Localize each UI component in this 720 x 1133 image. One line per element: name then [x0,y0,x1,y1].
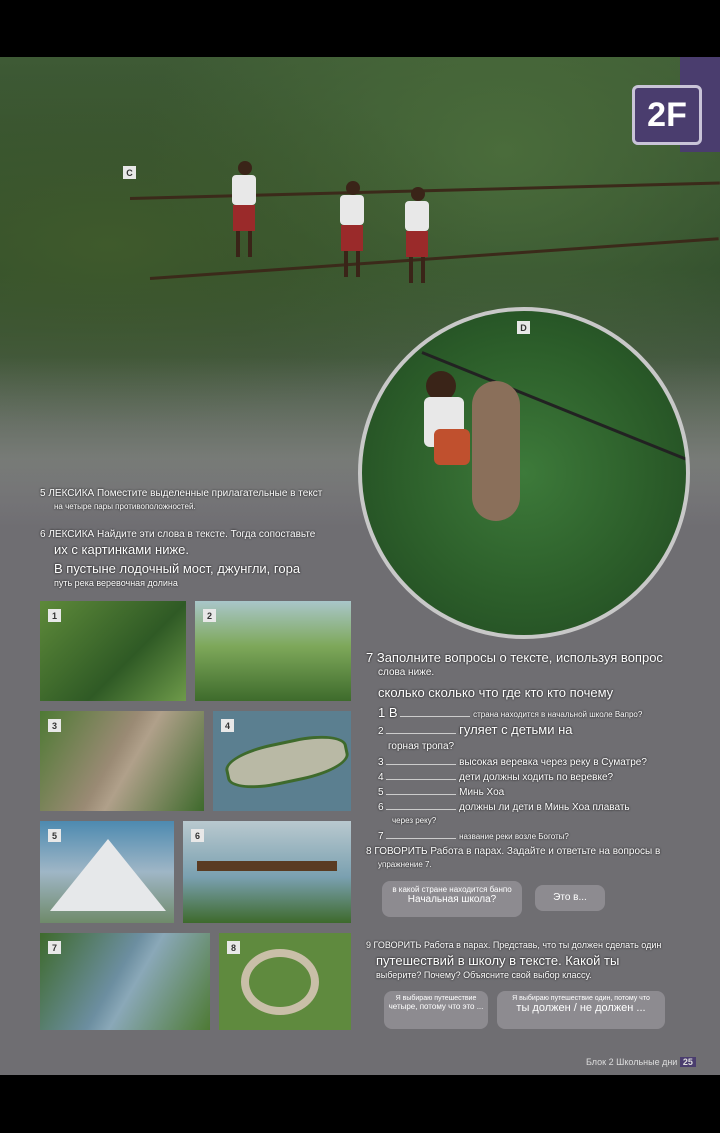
question-6-cont: через реку? [392,816,437,825]
top-system-bar [0,0,720,57]
speech-bubble-choice-2-line1: Я выбираю путешествие один, потому что [512,995,650,1002]
speech-bubble-question-line2: Начальная школа? [407,894,497,905]
bridge-deck [197,861,337,871]
exercise-6: 6 ЛЕКСИКА Найдите эти слова в тексте. То… [40,528,350,590]
answer-blank[interactable] [386,809,457,810]
page-footer: Блок 2 Школьные дни 25 [586,1057,696,1067]
question-6: должны ли дети в Минь Хоа плавать [459,802,630,813]
exercise-9-instruction-cont: путешествий в школу в тексте. Какой ты [376,953,620,968]
child-figure [340,181,364,277]
exercise-6-instruction-cont: их с картинками ниже. [54,542,190,557]
speech-bubble-answer: Это в... [535,885,605,911]
question-7: название реки возле Боготы? [459,832,569,841]
picture-mountain: 5 [40,821,174,923]
exercise-8-instruction-cont: упражнение 7. [378,860,432,869]
girl-bag [434,429,470,465]
sack [472,381,520,521]
question-7-number: 7 [378,831,384,842]
question-3-number: 3 [378,757,384,768]
child-figure [405,187,429,283]
textbook-page: C 2F D 5 ЛЕКСИКА Поместите выделенные пр… [0,57,720,1075]
picture-number: 8 [227,941,240,954]
question-2-number: 2 [378,726,384,737]
question-4: дети должны ходить по веревке? [459,772,614,783]
zipline-girl-photo: D [358,307,690,639]
question-4-number: 4 [378,772,384,783]
answer-blank[interactable] [386,733,457,734]
speech-bubble-choice-2-line2: ты должен / не должен ... [516,1002,646,1014]
question-1: страна находится в начальной школе Вапро… [473,710,643,719]
unit-badge: 2F [632,85,702,145]
photo-label-d: D [517,321,530,334]
exercise-8: 8 ГОВОРИТЬ Работа в парах. Задайте и отв… [366,845,686,871]
boat-shape [221,728,351,796]
question-5-number: 5 [378,787,384,798]
question-5: Минь Хоа [459,787,505,798]
picture-number: 6 [191,829,204,842]
picture-bridge: 6 [183,821,351,923]
exercise-6-words-cont: путь река веревочная долина [54,578,178,588]
speech-bubble-choice-1-line1: Я выбираю путешествие [395,995,477,1002]
exercise-7-words: сколько сколько что где кто кто почему [378,685,614,700]
photo-label-c: C [123,166,136,179]
answer-blank[interactable] [400,716,471,717]
mountain-shape [50,839,166,911]
exercise-9-instruction: 9 ГОВОРИТЬ Работа в парах. Представь, чт… [366,940,662,950]
speech-bubble-answer-text: Это в... [553,892,587,903]
speech-bubble-question: в какой стране находится банпо Начальная… [382,881,522,917]
picture-number: 1 [48,609,61,622]
exercise-8-instruction: 8 ГОВОРИТЬ Работа в парах. Задайте и отв… [366,846,661,857]
exercise-5-instruction: 5 ЛЕКСИКА Поместите выделенные прилагате… [40,488,323,499]
footer-unit-title: Блок 2 Школьные дни [586,1057,678,1067]
speech-bubble-question-line1: в какой стране находится банпо [392,885,512,894]
picture-path: 3 [40,711,204,811]
answer-blank[interactable] [386,779,457,780]
answer-blank[interactable] [386,764,457,765]
picture-number: 7 [48,941,61,954]
exercise-9: 9 ГОВОРИТЬ Работа в парах. Представь, чт… [366,939,686,982]
picture-river: 7 [40,933,210,1030]
answer-blank[interactable] [386,794,457,795]
rope-coil [241,949,319,1015]
question-2: гуляет с детьми на [459,722,573,737]
question-2-cont: горная тропа? [388,741,455,752]
answer-blank[interactable] [386,838,457,839]
picture-rope: 8 [219,933,351,1030]
picture-jungle: 1 [40,601,186,701]
picture-number: 4 [221,719,234,732]
question-3: высокая веревка через реку в Суматре? [459,757,647,768]
exercise-7: 7 Заполните вопросы о тексте, используя … [366,649,686,843]
exercise-5-instruction-cont: на четыре пары противоположностей. [54,502,196,511]
exercise-7-instruction: 7 Заполните вопросы о тексте, используя … [366,650,663,665]
picture-number: 3 [48,719,61,732]
exercise-9-instruction-cont2: выберите? Почему? Объясните свой выбор к… [376,970,592,980]
question-6-number: 6 [378,802,384,813]
exercise-7-instruction-cont: слова ниже. [378,667,435,678]
speech-bubble-choice-1: Я выбираю путешествие четыре, потому что… [384,991,488,1029]
picture-boat: 4 [213,711,351,811]
speech-bubble-choice-2: Я выбираю путешествие один, потому что т… [497,991,665,1029]
child-figure [232,161,256,257]
page-number: 25 [679,1057,696,1067]
exercise-6-instruction: 6 ЛЕКСИКА Найдите эти слова в тексте. То… [40,529,316,540]
picture-number: 2 [203,609,216,622]
speech-bubble-choice-1-line2: четыре, потому что это ... [388,1002,484,1011]
exercise-6-words: В пустыне лодочный мост, джунгли, гора [54,561,301,576]
exercise-5: 5 ЛЕКСИКА Поместите выделенные прилагате… [40,487,340,513]
question-1-number: 1 В [378,705,398,720]
picture-valley: 2 [195,601,351,701]
